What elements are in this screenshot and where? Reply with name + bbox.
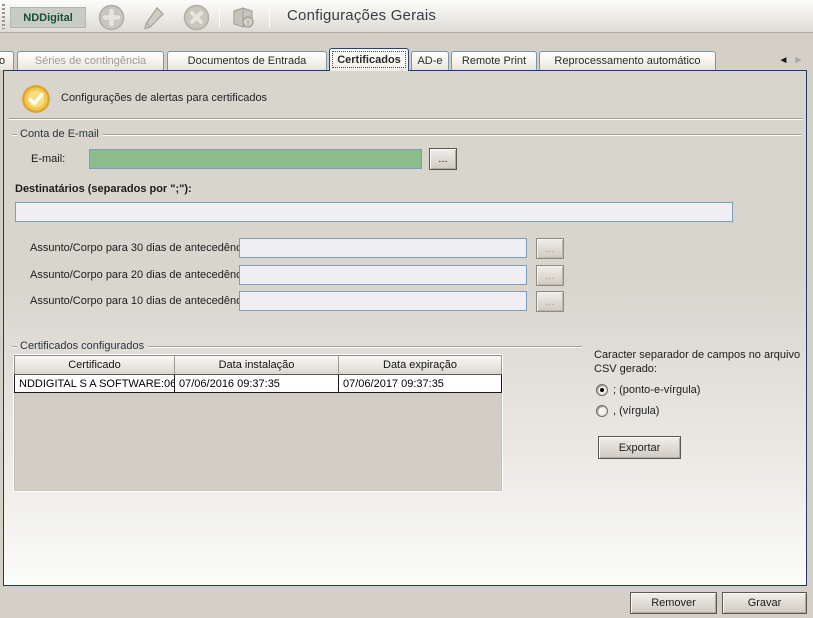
radio-comma-icon[interactable] [596, 405, 608, 417]
column-header-data-expiracao[interactable]: Data expiração [339, 355, 502, 374]
certificates-table[interactable]: Certificado Data instalação Data expiraç… [13, 354, 503, 492]
column-header-certificado[interactable]: Certificado [14, 355, 175, 374]
svg-text:i: i [247, 18, 249, 27]
radio-comma-label: , (vírgula) [613, 405, 659, 417]
subject-10-label: Assunto/Corpo para 10 dias de antecedênc… [30, 295, 235, 307]
certificates-group-title: Certificados configurados [17, 340, 148, 352]
email-group-header: Conta de E-mail [12, 129, 801, 141]
cell-certificado: NDDIGITAL S A SOFTWARE:062 [14, 375, 175, 392]
subject-20-browse-button: ... [536, 265, 564, 286]
tab-series-de-contingencia[interactable]: Séries de contingência [17, 51, 164, 70]
medal-check-icon [20, 83, 52, 118]
tab-reprocessamento-automatico[interactable]: Reprocessamento automático [539, 51, 716, 70]
tab-documentos-de-entrada[interactable]: Documentos de Entrada [167, 51, 327, 70]
toolbar-separator [269, 5, 270, 28]
banner-divider [9, 118, 803, 120]
subject-10-field[interactable] [239, 291, 527, 311]
certificates-group-header: Certificados configurados [12, 341, 582, 353]
cell-data-instalacao: 07/06/2016 09:37:35 [175, 375, 339, 392]
email-field[interactable] [89, 149, 422, 169]
email-group-title: Conta de E-mail [17, 128, 103, 140]
certificados-tab-page: Configurações de alertas para certificad… [3, 70, 807, 586]
toolbar-grip[interactable] [2, 4, 5, 29]
tab-ad-e[interactable]: AD-e [411, 51, 449, 70]
radio-comma[interactable]: , (vírgula) [596, 405, 659, 417]
subject-10-browse-button: ... [536, 291, 564, 312]
configuracoes-gerais-window: { "toolbar": { "brand": "NDDigital", "ti… [0, 0, 813, 618]
email-label: E-mail: [31, 153, 65, 165]
save-button[interactable]: Gravar [722, 592, 807, 614]
remove-button[interactable]: Remover [630, 592, 717, 614]
email-browse-button[interactable]: ... [429, 148, 457, 170]
document-icon[interactable]: i [228, 4, 258, 31]
export-button[interactable]: Exportar [598, 436, 681, 459]
edit-icon[interactable] [138, 4, 168, 31]
nddigital-button[interactable]: NDDigital [10, 7, 86, 28]
subject-30-browse-button: ... [536, 238, 564, 259]
tab-scroll-left-icon[interactable]: ◄ [777, 54, 790, 67]
recipients-field[interactable] [15, 202, 733, 222]
banner-text: Configurações de alertas para certificad… [61, 92, 267, 104]
column-header-data-instalacao[interactable]: Data instalação [175, 355, 339, 374]
tab-bar: o Séries de contingência Documentos de E… [0, 48, 813, 71]
radio-semicolon-icon[interactable] [596, 384, 608, 396]
tab-certificados[interactable]: Certificados [329, 48, 409, 71]
subject-30-field[interactable] [239, 238, 527, 258]
radio-semicolon-label: ; (ponto-e-vírgula) [613, 384, 700, 396]
page-title: Configurações Gerais [287, 7, 436, 24]
csv-separator-caption: Caracter separador de campos no arquivo … [594, 348, 808, 376]
subject-20-field[interactable] [239, 265, 527, 285]
add-icon[interactable] [96, 4, 126, 31]
table-header-row: Certificado Data instalação Data expiraç… [14, 355, 502, 375]
cell-data-expiracao: 07/06/2017 09:37:35 [339, 375, 502, 392]
tab-remote-print[interactable]: Remote Print [451, 51, 537, 70]
toolbar-separator [219, 5, 220, 28]
radio-semicolon[interactable]: ; (ponto-e-vírgula) [596, 384, 700, 396]
tab-partial[interactable]: o [0, 51, 14, 70]
toolbar: NDDigital i Configurações Gerais [0, 0, 813, 33]
cancel-icon[interactable] [181, 4, 211, 31]
recipients-label: Destinatários (separados por ";"): [15, 183, 192, 195]
tab-scroll-right-icon: ► [792, 54, 805, 67]
subject-30-label: Assunto/Corpo para 30 dias de antecedênc… [30, 242, 235, 254]
table-row[interactable]: NDDIGITAL S A SOFTWARE:062 07/06/2016 09… [14, 375, 502, 393]
subject-20-label: Assunto/Corpo para 20 dias de antecedênc… [30, 269, 235, 281]
